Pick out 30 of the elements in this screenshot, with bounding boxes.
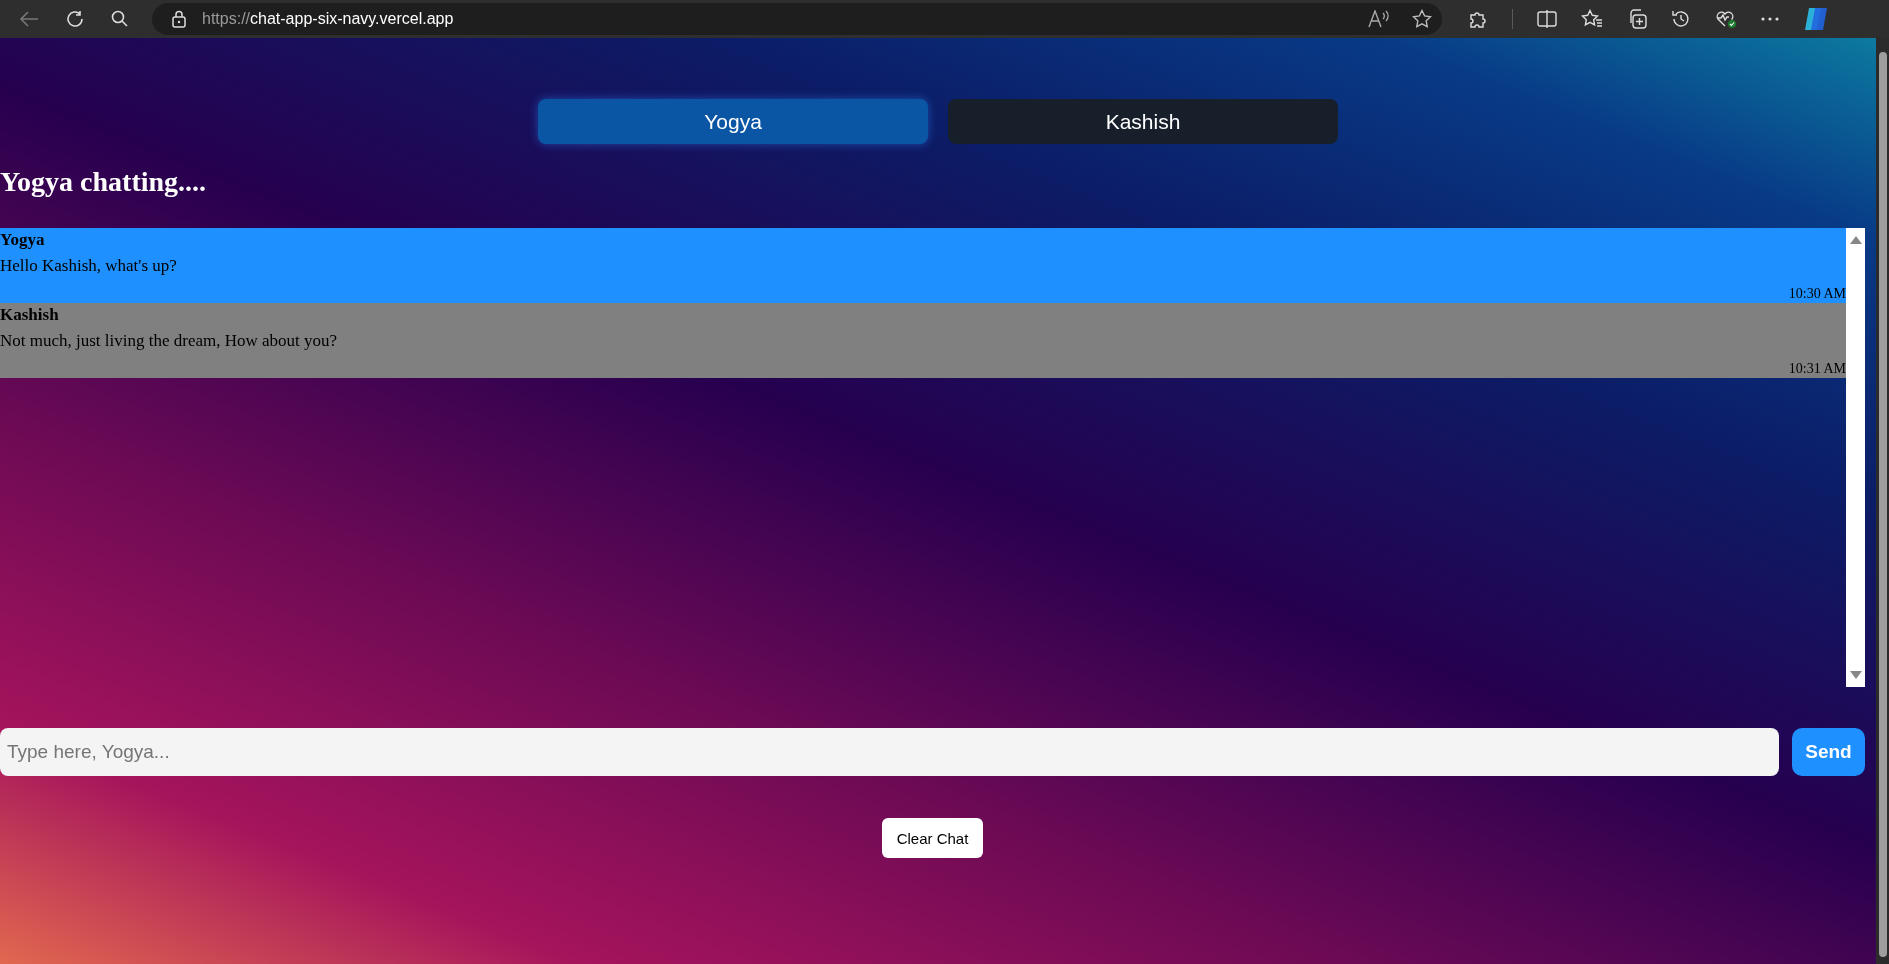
clear-chat-button[interactable]: Clear Chat bbox=[882, 818, 983, 858]
search-icon[interactable] bbox=[111, 10, 129, 28]
url-text: https://chat-app-six-navy.vercel.app bbox=[202, 10, 454, 28]
scroll-up-icon[interactable] bbox=[1849, 236, 1862, 244]
more-icon[interactable] bbox=[1761, 17, 1779, 21]
message-time: 10:30 AM bbox=[1788, 286, 1846, 302]
user-tab[interactable]: Kashish bbox=[948, 99, 1338, 144]
page-scrollbar-thumb[interactable] bbox=[1878, 52, 1887, 957]
split-screen-icon[interactable] bbox=[1537, 10, 1557, 28]
puzzle-icon[interactable] bbox=[1468, 9, 1488, 29]
sender-name: Kashish bbox=[0, 305, 60, 325]
address-bar[interactable]: https://chat-app-six-navy.vercel.app bbox=[152, 3, 1442, 35]
message-time: 10:31 AM bbox=[1788, 361, 1846, 377]
message-text: Hello Kashish, what's up? bbox=[0, 256, 178, 276]
back-icon[interactable] bbox=[19, 10, 39, 28]
lock-icon[interactable] bbox=[172, 10, 186, 28]
history-icon[interactable] bbox=[1671, 9, 1691, 29]
sender-name: Yogya bbox=[0, 230, 46, 250]
scroll-down-icon[interactable] bbox=[1849, 671, 1862, 679]
chat-heading: Yogya chatting.... bbox=[0, 166, 208, 199]
favorites-icon[interactable] bbox=[1581, 9, 1603, 29]
star-icon[interactable] bbox=[1412, 9, 1432, 29]
message-text: Not much, just living the dream, How about you? bbox=[0, 331, 339, 351]
read-aloud-icon[interactable] bbox=[1368, 10, 1390, 28]
message-input-field[interactable]: Type here, Yogya... bbox=[0, 728, 1779, 776]
chat-scrollbar[interactable] bbox=[1846, 228, 1865, 687]
user-tab[interactable]: Yogya bbox=[538, 99, 928, 144]
refresh-icon[interactable] bbox=[65, 9, 85, 29]
heart-health-icon[interactable] bbox=[1715, 9, 1737, 29]
collections-icon[interactable] bbox=[1627, 9, 1647, 29]
